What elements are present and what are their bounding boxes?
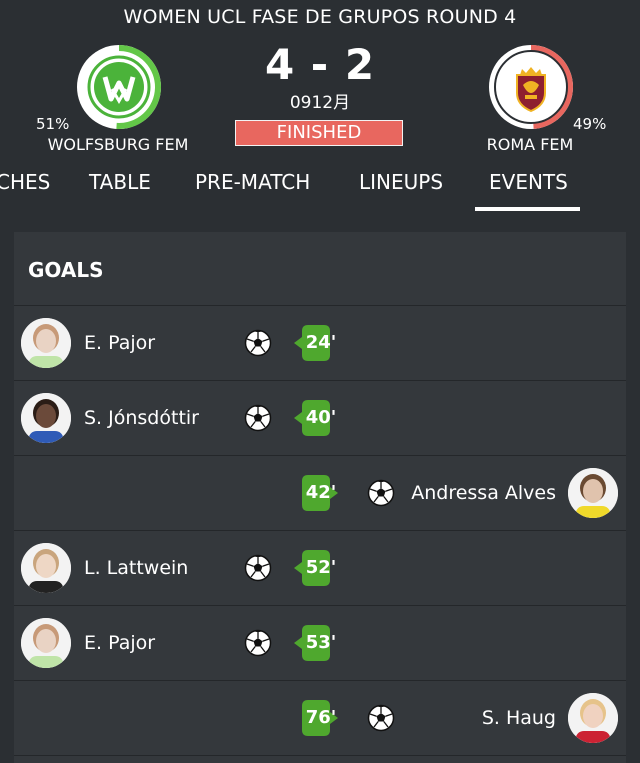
tab-events[interactable]: EVENTS bbox=[489, 170, 568, 194]
player-name[interactable]: Andressa Alves bbox=[411, 482, 556, 504]
away-team-name[interactable]: ROMA FEM bbox=[470, 135, 590, 154]
player-avatar bbox=[568, 468, 618, 518]
goal-minute-badge: 42' bbox=[298, 475, 340, 511]
soccer-ball-icon bbox=[244, 554, 272, 582]
goal-minute-badge: 53' bbox=[294, 625, 338, 661]
goal-minute: 76' bbox=[305, 707, 337, 728]
match-tabs: CHES TABLE PRE-MATCH LINEUPS EVENTS bbox=[0, 162, 640, 212]
tab-pre-match[interactable]: PRE-MATCH bbox=[195, 170, 310, 194]
player-avatar bbox=[21, 618, 71, 668]
player-name[interactable]: S. Haug bbox=[482, 707, 556, 729]
player-avatar bbox=[21, 543, 71, 593]
goal-minute-badge: 40' bbox=[294, 400, 338, 436]
home-team-name[interactable]: WOLFSBURG FEM bbox=[42, 135, 194, 154]
goal-event-row[interactable]: 76' S. Haug bbox=[14, 681, 626, 756]
soccer-ball-icon bbox=[367, 479, 395, 507]
home-possession-pct: 51% bbox=[36, 115, 70, 133]
goal-minute: 40' bbox=[305, 407, 337, 428]
goal-event-row[interactable]: E. Pajor 53' bbox=[14, 606, 626, 681]
player-name[interactable]: E. Pajor bbox=[84, 632, 155, 654]
goal-minute: 53' bbox=[305, 632, 337, 653]
soccer-ball-icon bbox=[244, 329, 272, 357]
goal-event-row[interactable]: E. Pajor 24' bbox=[14, 306, 626, 381]
goals-section-header: GOALS bbox=[14, 232, 626, 306]
player-avatar bbox=[21, 318, 71, 368]
goal-minute: 42' bbox=[305, 482, 337, 503]
tab-lineups[interactable]: LINEUPS bbox=[359, 170, 443, 194]
tab-matches[interactable]: CHES bbox=[0, 170, 50, 194]
section-title: GOALS bbox=[28, 258, 104, 282]
goal-minute: 52' bbox=[305, 557, 337, 578]
goal-event-row[interactable]: S. Jónsdóttir 40' bbox=[14, 381, 626, 456]
goal-event-row[interactable]: 42' Andressa Alves bbox=[14, 456, 626, 531]
match-header: WOMEN UCL FASE DE GRUPOS ROUND 4 51% WOL… bbox=[0, 0, 640, 212]
roma-crest-icon bbox=[489, 45, 573, 129]
player-name[interactable]: E. Pajor bbox=[84, 332, 155, 354]
active-tab-indicator bbox=[475, 207, 580, 211]
player-name[interactable]: L. Lattwein bbox=[84, 557, 188, 579]
player-name[interactable]: S. Jónsdóttir bbox=[84, 407, 199, 429]
goal-minute-badge: 76' bbox=[298, 700, 340, 736]
competition-title: WOMEN UCL FASE DE GRUPOS ROUND 4 bbox=[123, 6, 517, 28]
soccer-ball-icon bbox=[244, 629, 272, 657]
goal-minute: 24' bbox=[305, 332, 337, 353]
events-panel: GOALS E. Pajor 24' S. Jónsdóttir 40' 42'… bbox=[14, 232, 626, 763]
goal-minute-badge: 52' bbox=[294, 550, 338, 586]
away-possession-pct: 49% bbox=[573, 115, 607, 133]
away-team-logo[interactable] bbox=[487, 43, 575, 131]
player-avatar bbox=[21, 393, 71, 443]
tab-table[interactable]: TABLE bbox=[89, 170, 151, 194]
player-avatar bbox=[568, 693, 618, 743]
soccer-ball-icon bbox=[367, 704, 395, 732]
goal-minute-badge: 24' bbox=[294, 325, 338, 361]
match-status-badge: FINISHED bbox=[235, 120, 403, 146]
goal-event-row[interactable]: L. Lattwein 52' bbox=[14, 531, 626, 606]
soccer-ball-icon bbox=[244, 404, 272, 432]
